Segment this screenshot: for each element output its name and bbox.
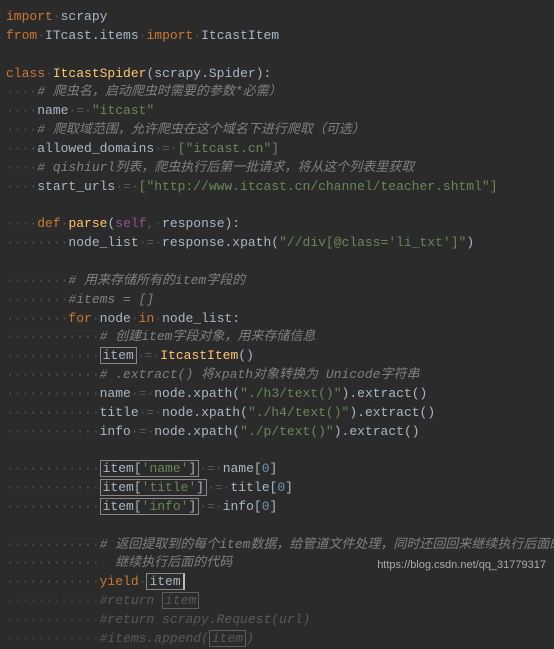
keyword-import: import xyxy=(6,9,53,24)
code-line: ············item['info']·=·info[0] xyxy=(6,498,548,517)
code-line: ····def·parse(self,·response): xyxy=(6,215,548,234)
blank-line xyxy=(6,46,548,65)
code-line: ····name·=·"itcast" xyxy=(6,102,548,121)
comment-line: ····# 爬取域范围，允许爬虫在这个域名下进行爬取（可选） xyxy=(6,121,548,140)
comment-line: ············#return scrapy.Request(url) xyxy=(6,611,548,630)
function-name: parse xyxy=(68,216,107,231)
code-line: ····allowed_domains·=·["itcast.cn"] xyxy=(6,140,548,159)
comment-line: ········#items = [] xyxy=(6,291,548,310)
comment-line: ············#return item xyxy=(6,592,548,611)
code-line: ············info·=·node.xpath("./p/text(… xyxy=(6,423,548,442)
code-line: ············name·=·node.xpath("./h3/text… xyxy=(6,385,548,404)
comment-line: ············# 创建item字段对象，用来存储信息 xyxy=(6,328,548,347)
code-line: ············title·=·node.xpath("./h4/tex… xyxy=(6,404,548,423)
blank-line xyxy=(6,196,548,215)
comment-line: ····# qishiurl列表，爬虫执行后第一批请求，将从这个列表里获取 xyxy=(6,159,548,178)
code-line: ············item['name']·=·name[0] xyxy=(6,460,548,479)
blank-line xyxy=(6,517,548,536)
comment-line: ····# 爬虫名，启动爬虫时需要的参数*必需） xyxy=(6,83,548,102)
comment-line: ············#items.append(item) xyxy=(6,630,548,649)
code-line: ········node_list·=·response.xpath("//di… xyxy=(6,234,548,253)
code-editor[interactable]: import·scrapy from·ITcast.items·import·I… xyxy=(6,8,548,649)
boxed-var: item xyxy=(100,347,137,364)
code-line: ········for·node·in·node_list: xyxy=(6,310,548,329)
code-line: import·scrapy xyxy=(6,8,548,27)
code-line: class·ItcastSpider(scrapy.Spider): xyxy=(6,65,548,84)
blank-line xyxy=(6,253,548,272)
code-line: ············yield·item xyxy=(6,573,548,592)
class-name: ItcastSpider xyxy=(53,66,147,81)
code-line: from·ITcast.items·import·ItcastItem xyxy=(6,27,548,46)
comment-line: ············# .extract() 将xpath对象转换为 Uni… xyxy=(6,366,548,385)
blank-line xyxy=(6,441,548,460)
watermark: https://blog.csdn.net/qq_31779317 xyxy=(377,558,546,574)
comment-line: ········# 用来存储所有的item字段的 xyxy=(6,272,548,291)
code-line: ············item['title']·=·title[0] xyxy=(6,479,548,498)
code-line: ············item·=·ItcastItem() xyxy=(6,347,548,366)
code-line: ····start_urls·=·["http://www.itcast.cn/… xyxy=(6,178,548,197)
module-name: scrapy xyxy=(61,9,108,24)
comment-line: ············# 返回提取到的每个item数据，给管道文件处理，同时还… xyxy=(6,536,548,555)
